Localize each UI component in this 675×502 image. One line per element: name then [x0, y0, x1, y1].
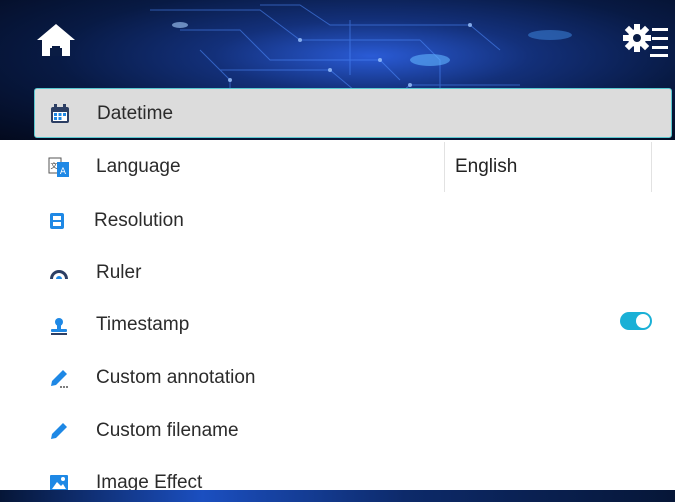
settings-gear-icon	[623, 24, 668, 57]
timestamp-toggle[interactable]	[620, 312, 652, 330]
menu-item-label: Language	[96, 156, 181, 177]
stamp-icon	[51, 318, 67, 335]
menu-item-language[interactable]: A 文 Language English	[34, 142, 672, 192]
menu-item-datetime[interactable]: Datetime	[34, 88, 672, 138]
settings-list: Datetime A 文 Language English Resolution…	[0, 88, 675, 490]
language-select[interactable]: English	[444, 142, 652, 192]
protractor-icon	[50, 270, 68, 279]
menu-item-ruler[interactable]: Ruler	[34, 248, 672, 298]
menu-item-timestamp[interactable]: Timestamp	[34, 300, 672, 350]
menu-item-label: Resolution	[94, 210, 184, 231]
menu-item-label: Custom filename	[96, 420, 239, 441]
toggle-knob	[636, 314, 650, 328]
translate-icon: A 文	[48, 157, 69, 177]
calendar-icon	[51, 104, 69, 123]
svg-text:A: A	[60, 167, 67, 177]
settings-button[interactable]	[622, 20, 672, 60]
pen-annotation-icon	[51, 370, 68, 388]
pen-icon	[51, 423, 67, 439]
image-icon	[50, 475, 68, 490]
menu-item-resolution[interactable]: Resolution	[34, 196, 672, 246]
menu-item-label: Datetime	[97, 103, 174, 124]
menu-item-label: Image Effect	[96, 472, 203, 490]
footer-banner	[0, 490, 675, 502]
svg-text:文: 文	[51, 161, 58, 170]
film-icon	[50, 213, 64, 229]
menu-item-label: Custom annotation	[96, 367, 256, 388]
menu-item-label: Timestamp	[96, 314, 190, 335]
menu-item-custom-annotation[interactable]: Custom annotation	[34, 353, 672, 403]
menu-item-image-effect[interactable]: Image Effect	[34, 458, 672, 490]
menu-item-label: Ruler	[96, 262, 142, 283]
language-value: English	[455, 156, 518, 177]
home-icon	[37, 24, 75, 56]
home-button[interactable]	[34, 20, 78, 60]
menu-item-custom-filename[interactable]: Custom filename	[34, 406, 672, 456]
